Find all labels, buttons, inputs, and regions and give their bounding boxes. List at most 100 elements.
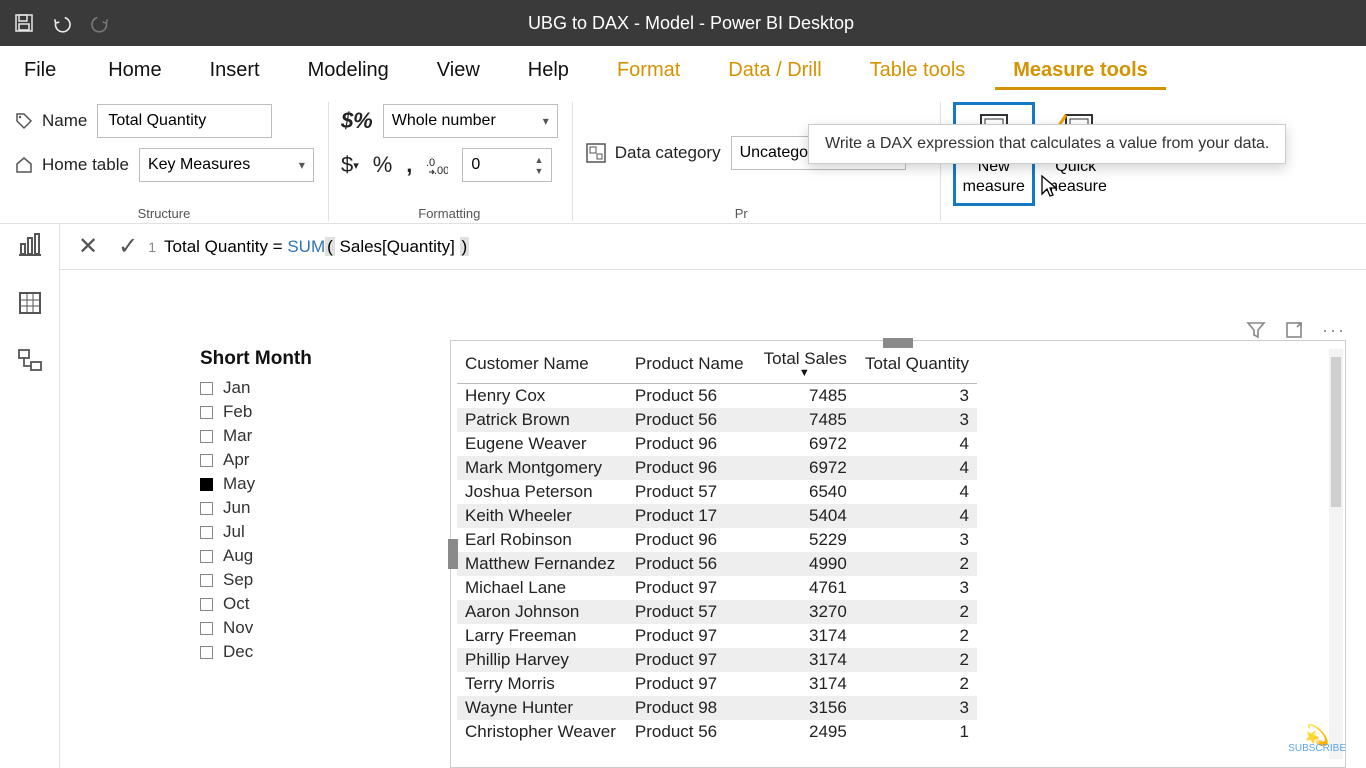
table-row[interactable]: Mark MontgomeryProduct 9669724 xyxy=(457,456,977,480)
tab-table-tools[interactable]: Table tools xyxy=(852,51,984,90)
checkbox-icon[interactable] xyxy=(200,502,213,515)
slicer-item-jun[interactable]: Jun xyxy=(200,496,400,520)
checkbox-icon[interactable] xyxy=(200,406,213,419)
view-rail xyxy=(0,224,60,768)
formula-input[interactable]: 1 Total Quantity = SUM( Sales[Quantity] … xyxy=(148,237,469,257)
new-measure-tooltip: Write a DAX expression that calculates a… xyxy=(808,124,1286,164)
report-canvas[interactable]: ··· Short Month JanFebMarAprMayJunJulAug… xyxy=(60,270,1366,768)
currency-format-button[interactable]: $ ▾ xyxy=(341,152,359,178)
comma-format-button[interactable]: , xyxy=(406,152,412,178)
data-view-icon[interactable] xyxy=(13,286,47,320)
checkbox-icon[interactable] xyxy=(200,478,213,491)
slicer-item-apr[interactable]: Apr xyxy=(200,448,400,472)
resize-handle[interactable] xyxy=(883,338,913,348)
cancel-formula-icon[interactable]: ✕ xyxy=(68,232,108,261)
tab-format[interactable]: Format xyxy=(599,51,698,90)
focus-mode-icon[interactable] xyxy=(1284,320,1304,341)
table-row[interactable]: Larry FreemanProduct 9731742 xyxy=(457,624,977,648)
formula-bar-region: ✕ ✓ 1 Total Quantity = SUM( Sales[Quanti… xyxy=(0,224,1366,270)
vertical-scrollbar[interactable] xyxy=(1329,349,1343,759)
format-select[interactable]: Whole number▾ xyxy=(383,104,558,138)
checkbox-icon[interactable] xyxy=(200,550,213,563)
home-table-select[interactable]: Key Measures▾ xyxy=(139,148,314,182)
title-bar: UBG to DAX - Model - Power BI Desktop xyxy=(0,0,1366,46)
slicer-item-jan[interactable]: Jan xyxy=(200,376,400,400)
report-view-icon[interactable] xyxy=(13,228,47,262)
slicer-item-oct[interactable]: Oct xyxy=(200,592,400,616)
ribbon-group-formatting: $% Whole number▾ $ ▾ % , .0.00 0 ▲▼ Form… xyxy=(337,102,573,221)
column-header[interactable]: Total Quantity xyxy=(855,345,977,384)
slicer-item-jul[interactable]: Jul xyxy=(200,520,400,544)
slicer-item-dec[interactable]: Dec xyxy=(200,640,400,664)
tab-home[interactable]: Home xyxy=(90,51,179,90)
more-options-icon[interactable]: ··· xyxy=(1322,320,1346,341)
tab-measure-tools[interactable]: Measure tools xyxy=(995,51,1165,90)
data-category-label: Data category xyxy=(585,142,721,164)
checkbox-icon[interactable] xyxy=(200,454,213,467)
table-visual[interactable]: Customer NameProduct NameTotal Sales▼Tot… xyxy=(450,340,1346,768)
svg-text:.00: .00 xyxy=(434,165,448,176)
checkbox-icon[interactable] xyxy=(200,430,213,443)
group-caption: Formatting xyxy=(341,206,558,221)
tab-help[interactable]: Help xyxy=(510,51,587,90)
slicer-item-aug[interactable]: Aug xyxy=(200,544,400,568)
ribbon-tabs: File Home Insert Modeling View Help Format Dat… xyxy=(0,46,1366,94)
slicer-short-month[interactable]: Short Month JanFebMarAprMayJunJulAugSepO… xyxy=(200,348,400,664)
column-header[interactable]: Total Sales▼ xyxy=(754,345,855,384)
tab-insert[interactable]: Insert xyxy=(192,51,278,90)
table-row[interactable]: Aaron JohnsonProduct 5732702 xyxy=(457,600,977,624)
model-view-icon[interactable] xyxy=(13,344,47,378)
table-row[interactable]: Henry CoxProduct 5674853 xyxy=(457,384,977,409)
table-row[interactable]: Phillip HarveyProduct 9731742 xyxy=(457,648,977,672)
table-row[interactable]: Terry MorrisProduct 9731742 xyxy=(457,672,977,696)
table-row[interactable]: Wayne HunterProduct 9831563 xyxy=(457,696,977,720)
table-row[interactable]: Michael LaneProduct 9747613 xyxy=(457,576,977,600)
column-header[interactable]: Product Name xyxy=(627,345,754,384)
slicer-item-mar[interactable]: Mar xyxy=(200,424,400,448)
subscribe-watermark: 💫 SUBSCRIBE xyxy=(1288,729,1346,754)
resize-handle[interactable] xyxy=(448,539,458,569)
measure-name-input[interactable] xyxy=(97,104,272,138)
checkbox-icon[interactable] xyxy=(200,574,213,587)
table-row[interactable]: Matthew FernandezProduct 5649902 xyxy=(457,552,977,576)
percent-format-button[interactable]: % xyxy=(373,152,393,178)
table-row[interactable]: Christopher WeaverProduct 5624951 xyxy=(457,720,977,744)
table-row[interactable]: Joshua PetersonProduct 5765404 xyxy=(457,480,977,504)
file-tab[interactable]: File xyxy=(14,53,66,88)
slicer-title: Short Month xyxy=(200,348,400,370)
slicer-item-sep[interactable]: Sep xyxy=(200,568,400,592)
checkbox-icon[interactable] xyxy=(200,646,213,659)
name-label: Name xyxy=(14,111,87,131)
table-row[interactable]: Keith WheelerProduct 1754044 xyxy=(457,504,977,528)
format-icon: $% xyxy=(341,108,373,134)
tab-modeling[interactable]: Modeling xyxy=(290,51,407,90)
table-row[interactable]: Patrick BrownProduct 5674853 xyxy=(457,408,977,432)
decimals-spinner[interactable]: 0 ▲▼ xyxy=(462,148,552,182)
formula-bar[interactable]: ✕ ✓ 1 Total Quantity = SUM( Sales[Quanti… xyxy=(60,232,1366,261)
tab-data-drill[interactable]: Data / Drill xyxy=(710,51,839,90)
checkbox-icon[interactable] xyxy=(200,622,213,635)
table-row[interactable]: Eugene WeaverProduct 9669724 xyxy=(457,432,977,456)
undo-icon[interactable] xyxy=(52,13,72,33)
home-table-label: Home table xyxy=(14,155,129,175)
spinner-arrows[interactable]: ▲▼ xyxy=(534,155,543,176)
filter-icon[interactable] xyxy=(1246,320,1266,341)
table-row[interactable]: Earl RobinsonProduct 9652293 xyxy=(457,528,977,552)
slicer-item-may[interactable]: May xyxy=(200,472,400,496)
scrollbar-thumb[interactable] xyxy=(1331,357,1341,507)
tab-view[interactable]: View xyxy=(419,51,498,90)
redo-icon xyxy=(90,13,110,33)
commit-formula-icon[interactable]: ✓ xyxy=(108,232,148,261)
checkbox-icon[interactable] xyxy=(200,598,213,611)
checkbox-icon[interactable] xyxy=(200,382,213,395)
column-header[interactable]: Customer Name xyxy=(457,345,627,384)
chevron-down-icon: ▾ xyxy=(543,114,549,128)
slicer-item-nov[interactable]: Nov xyxy=(200,616,400,640)
quick-access-toolbar xyxy=(14,13,110,33)
chevron-down-icon: ▾ xyxy=(299,158,305,172)
slicer-item-feb[interactable]: Feb xyxy=(200,400,400,424)
save-icon[interactable] xyxy=(14,13,34,33)
checkbox-icon[interactable] xyxy=(200,526,213,539)
decimal-icon[interactable]: .0.00 xyxy=(426,154,448,176)
group-caption: Pr xyxy=(585,206,926,221)
